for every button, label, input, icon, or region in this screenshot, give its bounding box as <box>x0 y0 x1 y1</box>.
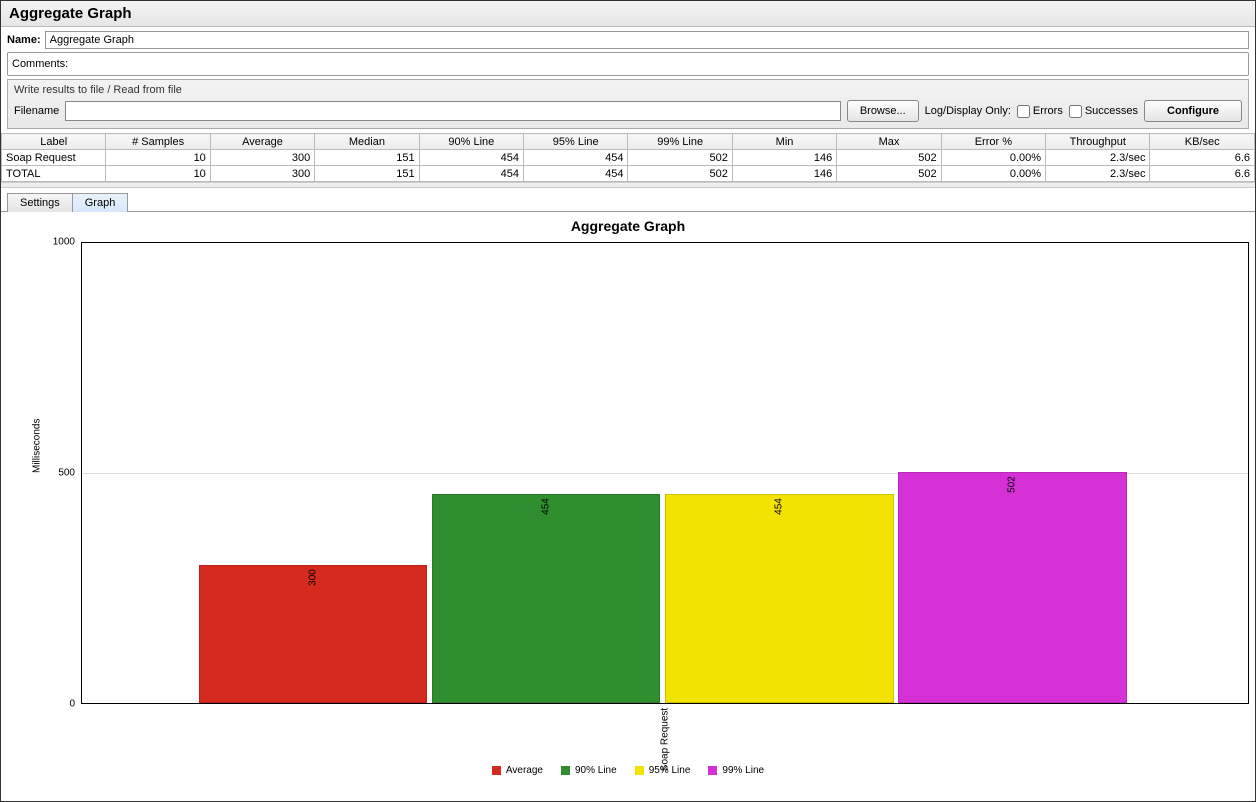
col-p95[interactable]: 95% Line <box>524 134 628 150</box>
browse-button[interactable]: Browse... <box>847 100 919 122</box>
app-frame: Aggregate Graph Name: Comments: Write re… <box>0 0 1256 802</box>
name-input[interactable] <box>45 31 1249 49</box>
y-tick: 0 <box>41 699 79 710</box>
comments-label: Comments: <box>12 58 68 70</box>
meta-form: Name: Comments: <box>1 27 1255 76</box>
file-panel: Write results to file / Read from file F… <box>7 79 1249 129</box>
cell-err: 0.00% <box>941 166 1045 182</box>
name-label: Name: <box>7 34 41 46</box>
cell-err: 0.00% <box>941 150 1045 166</box>
cell-kb: 6.6 <box>1150 166 1255 182</box>
col-median[interactable]: Median <box>315 134 419 150</box>
bar-value-label: 502 <box>1007 476 1018 493</box>
legend-swatch <box>561 766 570 775</box>
cell-median: 151 <box>315 166 419 182</box>
cell-tp: 2.3/sec <box>1046 150 1150 166</box>
cell-average: 300 <box>210 150 314 166</box>
legend-item: 90% Line <box>561 765 617 776</box>
chart-legend: Average 90% Line 95% Line 99% Line <box>1 765 1255 776</box>
plot-wrap: Milliseconds 1000 500 0 300454454502 Soa… <box>41 242 1249 704</box>
tab-graph[interactable]: Graph <box>72 193 129 212</box>
table-row[interactable]: Soap Request 10 300 151 454 454 502 146 … <box>2 150 1255 166</box>
comments-input[interactable] <box>68 55 1244 73</box>
col-samples[interactable]: # Samples <box>106 134 210 150</box>
col-p99[interactable]: 99% Line <box>628 134 732 150</box>
col-err[interactable]: Error % <box>941 134 1045 150</box>
col-tp[interactable]: Throughput <box>1046 134 1150 150</box>
stats-table: Label # Samples Average Median 90% Line … <box>1 133 1255 182</box>
filename-input[interactable] <box>65 101 841 121</box>
legend-swatch <box>708 766 717 775</box>
stats-strip <box>1 182 1255 188</box>
configure-button[interactable]: Configure <box>1144 100 1242 122</box>
cell-p99: 502 <box>628 150 732 166</box>
legend-swatch <box>635 766 644 775</box>
cell-p90: 454 <box>419 150 523 166</box>
y-axis-label: Milliseconds <box>32 419 43 473</box>
y-tick: 500 <box>41 468 79 479</box>
chart-title: Aggregate Graph <box>1 212 1255 236</box>
errors-checkbox-wrap[interactable]: Errors <box>1017 105 1063 118</box>
tab-bar: Settings Graph <box>1 192 1255 212</box>
chart-area: Aggregate Graph Milliseconds 1000 500 0 … <box>1 212 1255 784</box>
col-label[interactable]: Label <box>2 134 106 150</box>
chart-bar: 454 <box>665 494 894 703</box>
errors-checkbox[interactable] <box>1017 105 1030 118</box>
filename-label: Filename <box>14 105 59 117</box>
legend-label: 95% Line <box>649 765 691 776</box>
cell-max: 502 <box>837 150 941 166</box>
cell-min: 146 <box>732 150 836 166</box>
successes-checkbox[interactable] <box>1069 105 1082 118</box>
cell-samples: 10 <box>106 166 210 182</box>
successes-checkbox-label: Successes <box>1085 105 1138 117</box>
bar-value-label: 454 <box>541 498 552 515</box>
table-row[interactable]: TOTAL 10 300 151 454 454 502 146 502 0.0… <box>2 166 1255 182</box>
bar-value-label: 454 <box>774 498 785 515</box>
y-tick: 1000 <box>41 237 79 248</box>
cell-label: Soap Request <box>2 150 106 166</box>
legend-item: 95% Line <box>635 765 691 776</box>
col-max[interactable]: Max <box>837 134 941 150</box>
col-kb[interactable]: KB/sec <box>1150 134 1255 150</box>
cell-p95: 454 <box>524 166 628 182</box>
col-average[interactable]: Average <box>210 134 314 150</box>
chart-bar: 454 <box>432 494 661 703</box>
file-panel-legend: Write results to file / Read from file <box>14 84 1242 96</box>
cell-min: 146 <box>732 166 836 182</box>
cell-median: 151 <box>315 150 419 166</box>
cell-kb: 6.6 <box>1150 150 1255 166</box>
legend-item: Average <box>492 765 543 776</box>
page-title: Aggregate Graph <box>9 5 1247 22</box>
header-bar: Aggregate Graph <box>1 1 1255 27</box>
cell-samples: 10 <box>106 150 210 166</box>
cell-p95: 454 <box>524 150 628 166</box>
legend-swatch <box>492 766 501 775</box>
plot: 300 454 454 502 <box>81 242 1249 704</box>
cell-tp: 2.3/sec <box>1046 166 1150 182</box>
cell-average: 300 <box>210 166 314 182</box>
cell-p99: 502 <box>628 166 732 182</box>
legend-item: 99% Line <box>708 765 764 776</box>
cell-p90: 454 <box>419 166 523 182</box>
legend-label: 90% Line <box>575 765 617 776</box>
chart-bar: 300 <box>199 565 428 703</box>
successes-checkbox-wrap[interactable]: Successes <box>1069 105 1138 118</box>
legend-label: Average <box>506 765 543 776</box>
x-axis: Soap Request <box>81 734 1249 744</box>
x-category-label: Soap Request <box>660 708 671 771</box>
bar-value-label: 300 <box>307 569 318 586</box>
cell-label: TOTAL <box>2 166 106 182</box>
legend-label: 99% Line <box>722 765 764 776</box>
col-min[interactable]: Min <box>732 134 836 150</box>
col-p90[interactable]: 90% Line <box>419 134 523 150</box>
chart-bar: 502 <box>898 472 1127 703</box>
errors-checkbox-label: Errors <box>1033 105 1063 117</box>
tab-settings[interactable]: Settings <box>7 193 73 212</box>
cell-max: 502 <box>837 166 941 182</box>
logdisplay-label: Log/Display Only: <box>925 105 1011 117</box>
